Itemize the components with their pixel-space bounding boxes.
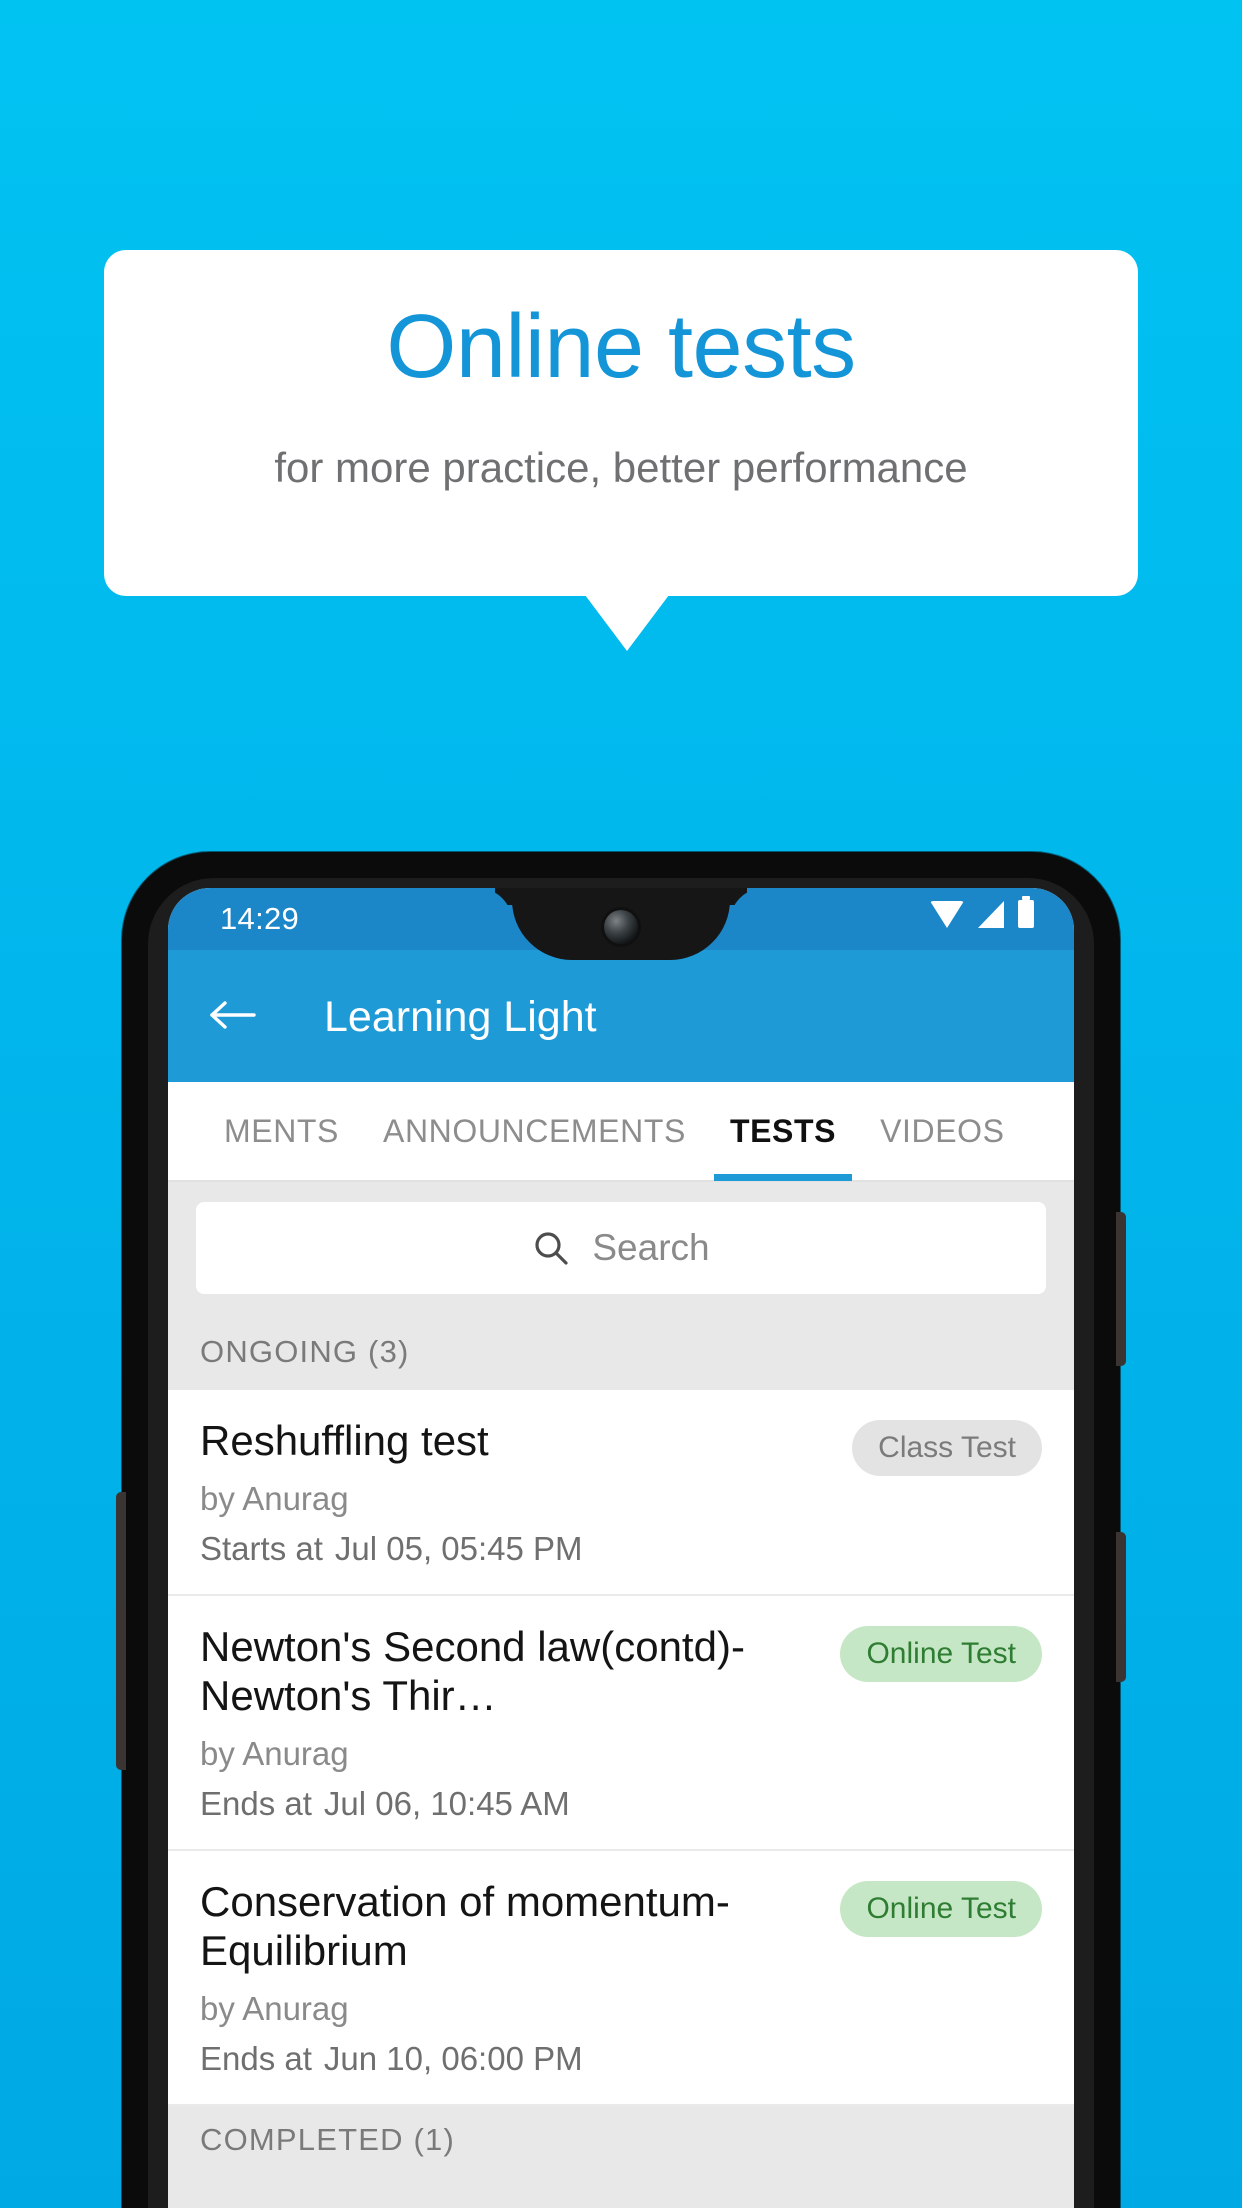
promo-screenshot: Online tests for more practice, better p…: [0, 0, 1242, 2208]
test-time-label: Ends at: [200, 2039, 312, 2077]
tests-list: Reshuffling test by Anurag Starts at Jul …: [168, 1390, 1074, 2106]
test-author: by Anurag: [200, 1989, 349, 2027]
promo-callout-tail: [585, 595, 669, 651]
tab-assignments[interactable]: MENTS: [202, 1081, 361, 1181]
front-camera-icon: [604, 910, 638, 944]
test-title: Conservation of momentum-Equilibrium: [200, 1877, 730, 1975]
search-placeholder: Search: [592, 1227, 710, 1268]
promo-callout-card: Online tests for more practice, better p…: [104, 250, 1138, 596]
section-header-ongoing: ONGOING (3): [168, 1318, 1074, 1390]
status-bar-icons: [930, 896, 1034, 928]
status-badge: Class Test: [852, 1420, 1042, 1476]
tests-content: Search ONGOING (3) Reshuffling test by A…: [168, 1182, 1074, 2208]
test-time-value: Jul 06, 10:45 AM: [323, 1784, 570, 1822]
test-time: Starts at Jul 05, 05:45 PM: [200, 1530, 1042, 1568]
search-container: Search: [168, 1182, 1074, 1318]
test-time-label: Starts at: [200, 1529, 323, 1567]
phone-power-button[interactable]: [1116, 1532, 1126, 1682]
app-bar-title: Learning Light: [324, 993, 597, 1041]
test-author: by Anurag: [200, 1479, 349, 1517]
wifi-icon: [930, 900, 964, 928]
test-author: by Anurag: [200, 1734, 349, 1772]
test-title: Newton's Second law(contd)-Newton's Thir…: [200, 1622, 745, 1720]
tab-videos[interactable]: VIDEOS: [858, 1081, 1027, 1181]
test-time-value: Jul 05, 05:45 PM: [334, 1529, 583, 1567]
battery-icon: [1018, 896, 1034, 928]
section-header-completed: COMPLETED (1): [168, 2105, 1074, 2178]
promo-subtitle: for more practice, better performance: [274, 444, 968, 491]
app-bar: Learning Light: [168, 950, 1074, 1082]
search-input[interactable]: Search: [196, 1202, 1046, 1294]
table-row[interactable]: Newton's Second law(contd)-Newton's Thir…: [168, 1595, 1074, 1851]
promo-title: Online tests: [386, 297, 856, 397]
table-row[interactable]: Reshuffling test by Anurag Starts at Jul …: [168, 1390, 1074, 1596]
test-time-value: Jun 10, 06:00 PM: [323, 2039, 583, 2077]
search-icon: [532, 1229, 570, 1267]
table-row[interactable]: Conservation of momentum-Equilibrium by …: [168, 1850, 1074, 2106]
test-title: Reshuffling test: [200, 1417, 489, 1464]
phone-screen: 14:29 Learning Light MENTS ANNOUNCEMENTS…: [168, 888, 1074, 2208]
test-time-label: Ends at: [200, 1784, 312, 1822]
tab-announcements[interactable]: ANNOUNCEMENTS: [361, 1081, 708, 1181]
status-bar-time: 14:29: [220, 901, 300, 936]
status-badge: Online Test: [840, 1880, 1042, 1937]
tab-tests[interactable]: TESTS: [708, 1081, 858, 1181]
test-time: Ends at Jun 10, 06:00 PM: [200, 2040, 1042, 2078]
status-badge: Online Test: [840, 1625, 1042, 1682]
signal-icon: [978, 900, 1004, 928]
phone-left-side-button[interactable]: [116, 1492, 126, 1770]
back-arrow-icon[interactable]: [210, 1000, 256, 1030]
test-time: Ends at Jul 06, 10:45 AM: [200, 1785, 1042, 1823]
tab-bar: MENTS ANNOUNCEMENTS TESTS VIDEOS: [168, 1082, 1074, 1182]
phone-volume-button[interactable]: [1116, 1212, 1126, 1366]
